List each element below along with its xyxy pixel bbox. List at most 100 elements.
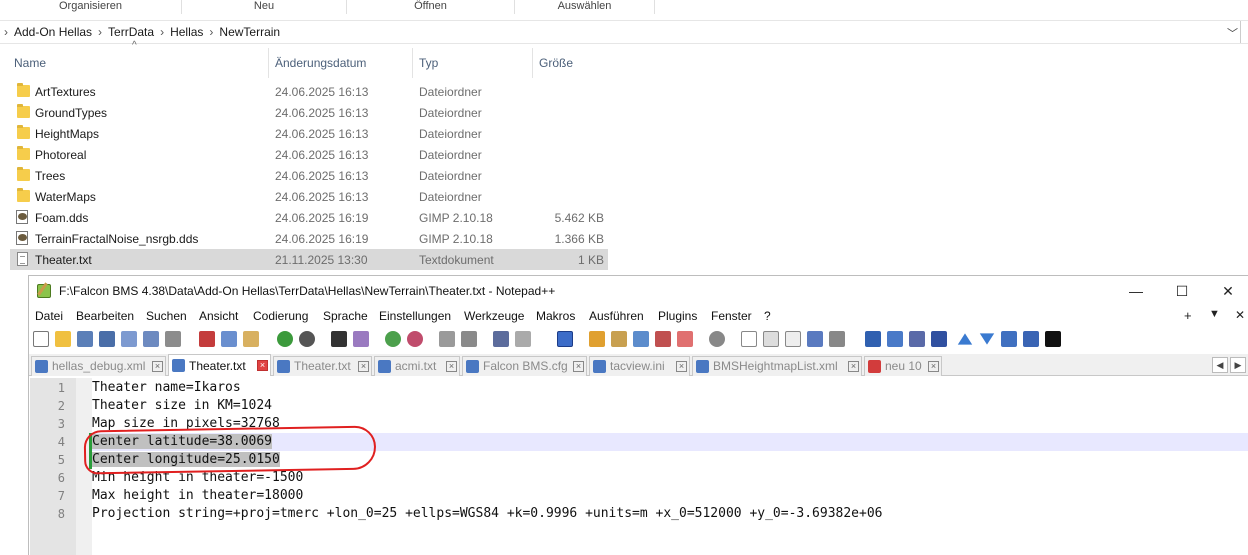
plugin-icon-5[interactable] <box>1001 331 1017 347</box>
menu-plugins[interactable]: Plugins <box>658 309 697 323</box>
tab-tacview-ini[interactable]: tacview.ini × <box>589 356 690 376</box>
close-all-icon[interactable] <box>143 331 159 347</box>
close-file-icon[interactable] <box>121 331 137 347</box>
column-header-name[interactable]: Name <box>0 48 268 78</box>
column-header-type[interactable]: Typ <box>412 48 532 78</box>
ribbon-open[interactable]: Öffnen <box>347 0 515 14</box>
word-wrap-icon[interactable] <box>493 331 509 347</box>
plugin-icon-3[interactable] <box>909 331 925 347</box>
find-icon[interactable] <box>331 331 347 347</box>
run-macro-multiple-icon[interactable] <box>807 331 823 347</box>
play-macro-icon[interactable] <box>785 331 801 347</box>
ribbon-new[interactable]: Neu <box>182 0 347 14</box>
copy-icon[interactable] <box>221 331 237 347</box>
plugin-arrow-up-icon[interactable] <box>957 333 973 345</box>
monitoring-icon[interactable] <box>709 331 725 347</box>
sync-horizontal-icon[interactable] <box>461 331 477 347</box>
close-document-icon[interactable]: ✕ <box>1235 308 1245 322</box>
title-bar[interactable]: F:\Falcon BMS 4.38\Data\Add-On Hellas\Te… <box>29 276 1248 306</box>
open-file-icon[interactable] <box>55 331 71 347</box>
tab-bms-heightmap-list[interactable]: BMSHeightmapList.xml × <box>692 356 862 376</box>
file-row[interactable]: WaterMaps 24.06.2025 16:13 Dateiordner <box>10 186 608 207</box>
save-macro-icon[interactable] <box>829 331 845 347</box>
close-button[interactable]: ✕ <box>1205 278 1248 304</box>
address-dropdown-icon[interactable]: ﹀ <box>1227 25 1238 41</box>
file-row-selected[interactable]: Theater.txt 21.11.2025 13:30 Textdokumen… <box>10 249 608 270</box>
tab-close-icon[interactable]: × <box>573 361 584 372</box>
folder-workspace-icon[interactable] <box>677 331 693 347</box>
file-row[interactable]: TerrainFractalNoise_nsrgb.dds 24.06.2025… <box>10 228 608 249</box>
plugin-icon-2[interactable] <box>887 331 903 347</box>
new-tab-icon[interactable]: + <box>1184 308 1192 323</box>
tab-close-icon[interactable]: × <box>358 361 369 372</box>
tab-hellas-debug[interactable]: hellas_debug.xml × <box>31 356 166 376</box>
breadcrumb-chevron-icon[interactable]: › <box>92 25 108 39</box>
file-row[interactable]: HeightMaps 24.06.2025 16:13 Dateiordner <box>10 123 608 144</box>
cut-icon[interactable] <box>199 331 215 347</box>
tab-scroll-right-icon[interactable]: ▶ <box>1230 357 1246 373</box>
record-macro-icon[interactable] <box>741 331 757 347</box>
save-icon[interactable] <box>77 331 93 347</box>
file-row[interactable]: Trees 24.06.2025 16:13 Dateiordner <box>10 165 608 186</box>
redo-icon[interactable] <box>299 331 315 347</box>
show-all-chars-icon[interactable] <box>515 331 531 347</box>
function-list-icon[interactable] <box>655 331 671 347</box>
tab-close-icon[interactable]: × <box>152 361 163 372</box>
ribbon-select[interactable]: Auswählen <box>515 0 655 14</box>
address-bar[interactable]: › Add-On Hellas › TerrData › Hellas › Ne… <box>0 20 1248 44</box>
tab-theater-2[interactable]: Theater.txt × <box>273 356 372 376</box>
minimize-button[interactable]: — <box>1113 278 1159 304</box>
breadcrumb-item[interactable]: NewTerrain <box>219 25 280 39</box>
tab-close-icon[interactable]: × <box>676 361 687 372</box>
file-row[interactable]: ArtTextures 24.06.2025 16:13 Dateiordner <box>10 81 608 102</box>
menu-run[interactable]: Ausführen <box>589 309 644 323</box>
undo-icon[interactable] <box>277 331 293 347</box>
plugin-icon-7[interactable] <box>1045 331 1061 347</box>
print-icon[interactable] <box>165 331 181 347</box>
paste-icon[interactable] <box>243 331 259 347</box>
tab-neu-10[interactable]: neu 10 × <box>864 356 942 376</box>
plugin-icon-4[interactable] <box>931 331 947 347</box>
column-header-date[interactable]: Änderungsdatum <box>268 48 412 78</box>
file-row[interactable]: GroundTypes 24.06.2025 16:13 Dateiordner <box>10 102 608 123</box>
file-row[interactable]: Foam.dds 24.06.2025 16:19 GIMP 2.10.18 5… <box>10 207 608 228</box>
tab-close-icon[interactable]: × <box>257 360 268 371</box>
document-list-icon[interactable] <box>633 331 649 347</box>
plugin-arrow-down-icon[interactable] <box>979 333 995 345</box>
indent-guide-icon[interactable] <box>557 331 573 347</box>
tab-list-dropdown-icon[interactable]: ▼ <box>1209 308 1220 320</box>
tab-theater-active[interactable]: Theater.txt × <box>168 354 271 376</box>
sync-vertical-icon[interactable] <box>439 331 455 347</box>
menu-help[interactable]: ? <box>764 309 771 323</box>
file-row[interactable]: Photoreal 24.06.2025 16:13 Dateiordner <box>10 144 608 165</box>
menu-language[interactable]: Sprache <box>323 309 368 323</box>
breadcrumb-item[interactable]: Hellas <box>170 25 203 39</box>
breadcrumb-chevron-icon[interactable]: › <box>0 25 14 39</box>
refresh-button[interactable] <box>1240 21 1248 43</box>
menu-view[interactable]: Ansicht <box>199 309 238 323</box>
tab-close-icon[interactable]: × <box>928 361 939 372</box>
tab-close-icon[interactable]: × <box>848 361 859 372</box>
breadcrumb-item[interactable]: TerrData <box>108 25 154 39</box>
new-file-icon[interactable] <box>33 331 49 347</box>
column-header-size[interactable]: Größe <box>532 48 612 78</box>
menu-search[interactable]: Suchen <box>146 309 187 323</box>
menu-file[interactable]: Datei <box>35 309 63 323</box>
document-map-icon[interactable] <box>611 331 627 347</box>
menu-window[interactable]: Fenster <box>711 309 752 323</box>
replace-icon[interactable] <box>353 331 369 347</box>
menu-settings[interactable]: Einstellungen <box>379 309 451 323</box>
tab-scroll-left-icon[interactable]: ◀ <box>1212 357 1228 373</box>
breadcrumb-chevron-icon[interactable]: › <box>154 25 170 39</box>
user-language-icon[interactable] <box>589 331 605 347</box>
tab-falcon-bms-cfg[interactable]: Falcon BMS.cfg × <box>462 356 587 376</box>
plugin-icon-1[interactable] <box>865 331 881 347</box>
menu-macros[interactable]: Makros <box>536 309 575 323</box>
menu-edit[interactable]: Bearbeiten <box>76 309 134 323</box>
tab-close-icon[interactable]: × <box>446 361 457 372</box>
maximize-button[interactable]: ☐ <box>1159 278 1205 304</box>
zoom-in-icon[interactable] <box>385 331 401 347</box>
ribbon-organize[interactable]: Organisieren <box>0 0 182 14</box>
save-all-icon[interactable] <box>99 331 115 347</box>
zoom-out-icon[interactable] <box>407 331 423 347</box>
